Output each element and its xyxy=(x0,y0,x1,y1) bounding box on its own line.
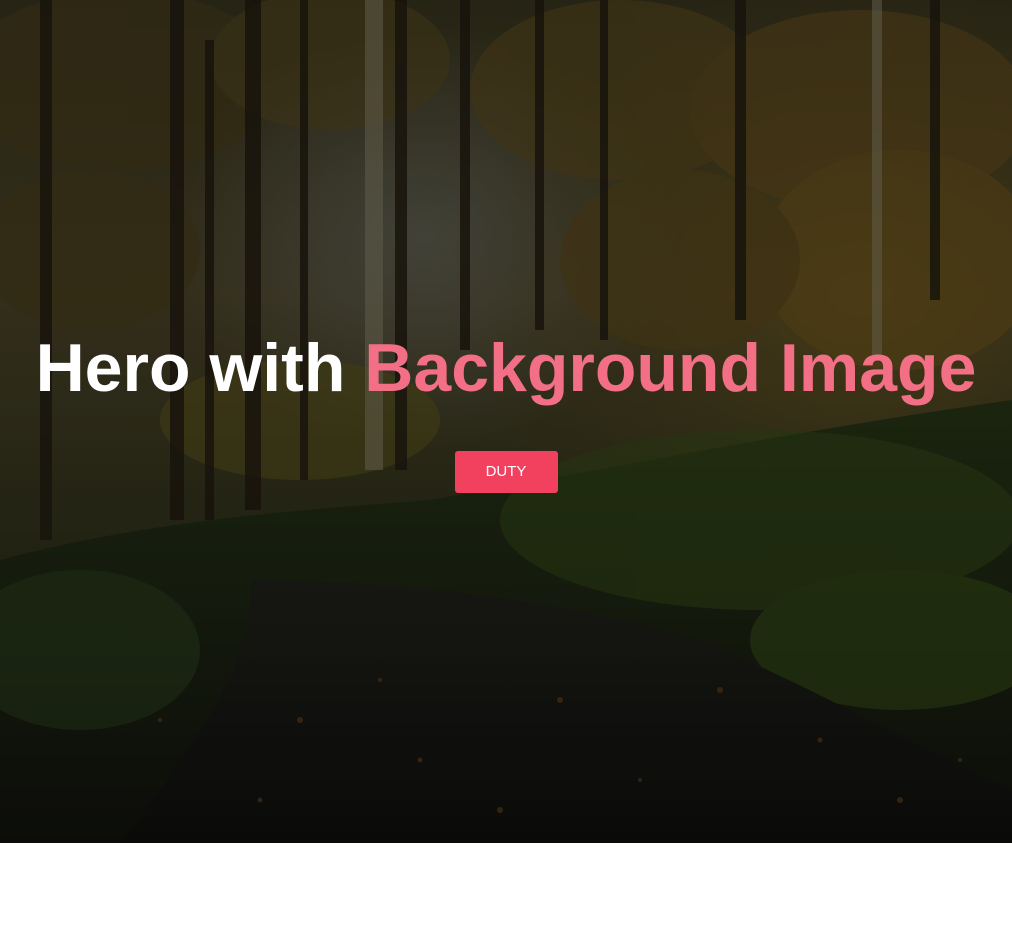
hero-title-plain: Hero with xyxy=(35,330,346,406)
hero-cta-button[interactable]: DUTY xyxy=(454,451,558,493)
hero-title: Hero with Background Image xyxy=(0,326,1012,410)
hero-section: Hero with Background Image DUTY xyxy=(0,0,1012,843)
below-hero-blank-area xyxy=(0,843,1012,939)
hero-content: Hero with Background Image DUTY xyxy=(0,326,1012,493)
hero-title-accent: Background Image xyxy=(364,330,977,406)
